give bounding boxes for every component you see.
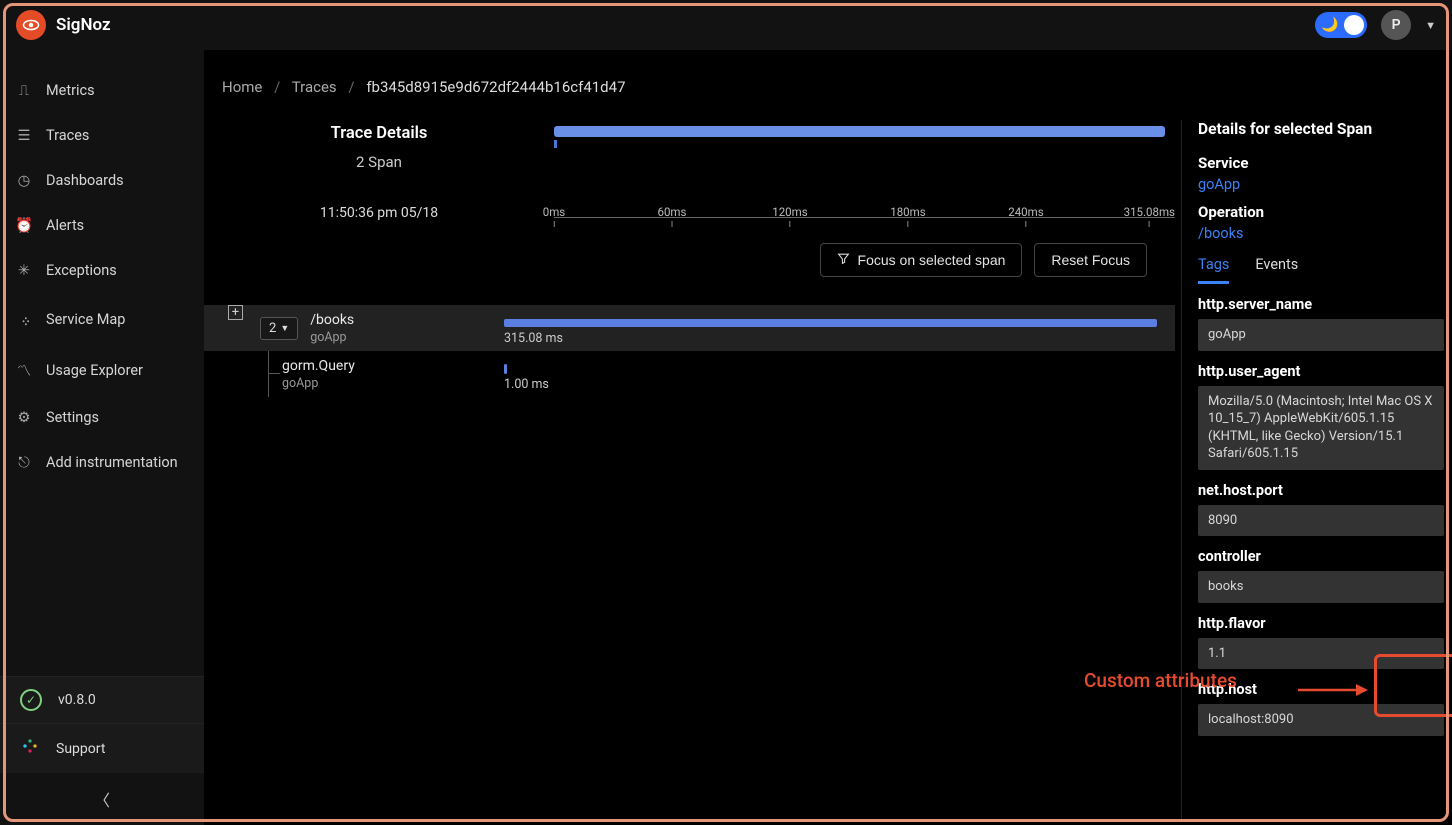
sidebar-item-label: Settings [46,409,99,426]
sidebar-item-usage-explorer[interactable]: 〽 Usage Explorer [0,346,204,395]
trend-icon: 〽 [16,360,32,381]
tag-key: http.server_name [1198,296,1444,313]
span-row[interactable]: gorm.Query goApp 1.00 ms [204,351,1175,397]
sidebar-item-alerts[interactable]: ⏰ Alerts [0,203,204,248]
tag-value: 8090 [1198,505,1444,537]
tag-key: controller [1198,548,1444,565]
tag-value: 1.1 [1198,638,1444,670]
link-icon: ⎋ [16,454,32,471]
sidebar-item-label: Service Map [46,311,125,328]
breadcrumb-trace-id: fb345d8915e9d672df2444b16cf41d47 [366,78,625,96]
tag-value: goApp [1198,319,1444,351]
time-axis: 0ms 60ms 120ms 180ms 240ms 315.08ms [554,205,1175,231]
alert-icon: ⏰ [16,217,32,234]
sidebar-item-label: Usage Explorer [46,362,143,379]
sidebar-item-label: Dashboards [46,172,124,189]
span-duration: 315.08 ms [504,331,563,346]
main-content: Home / Traces / fb345d8915e9d672df2444b1… [204,50,1452,825]
trace-overview[interactable] [554,120,1175,144]
service-label: Service [1198,154,1444,172]
tag-value: books [1198,571,1444,603]
operation-label: Operation [1198,203,1444,221]
version-row[interactable]: ✓ v0.8.0 [0,676,204,723]
span-service: goApp [310,330,354,345]
operation-value[interactable]: /books [1198,225,1444,242]
span-duration: 1.00 ms [504,377,549,392]
sidebar-collapse[interactable]: 〈 [0,773,204,825]
sidebar-item-label: Add instrumentation [46,454,178,471]
brand: SigNoz [16,10,111,40]
filter-icon [837,252,850,268]
trace-title: Trace Details [204,124,554,143]
tab-tags[interactable]: Tags [1198,256,1229,284]
avatar[interactable]: P [1381,10,1411,40]
service-value[interactable]: goApp [1198,176,1444,193]
moon-icon: 🌙 [1321,17,1338,33]
list-icon: ☰ [16,127,32,144]
dark-mode-toggle[interactable]: 🌙 [1315,12,1367,38]
sidebar-item-dashboards[interactable]: ◷ Dashboards [0,158,204,203]
details-title: Details for selected Span [1198,120,1444,138]
annotation-label: Custom attributes [1084,669,1237,692]
gear-icon: ⚙ [16,409,32,426]
tag-value: localhost:8090 [1198,704,1444,736]
sidebar-item-exceptions[interactable]: ✳ Exceptions [0,248,204,293]
sidebar-item-service-map[interactable]: ᠅ Service Map [0,293,204,346]
sidebar: ⎍ Metrics ☰ Traces ◷ Dashboards ⏰ Alerts ✳ Ex… [0,50,204,825]
tag-key: http.user_agent [1198,363,1444,380]
span-count: 2 Span [204,153,554,171]
focus-span-button[interactable]: Focus on selected span [820,243,1023,277]
breadcrumb-home[interactable]: Home [222,78,262,96]
support-text: Support [56,741,105,757]
reset-focus-button[interactable]: Reset Focus [1034,243,1147,277]
sidebar-item-metrics[interactable]: ⎍ Metrics [0,68,204,113]
span-row[interactable]: 2▼ /books goApp 315.08 ms [204,305,1175,351]
span-bar [504,364,507,374]
map-icon: ᠅ [16,307,32,332]
span-operation: gorm.Query [282,358,355,374]
bug-icon: ✳ [16,262,32,279]
sidebar-item-label: Metrics [46,82,95,99]
span-operation: /books [310,312,354,328]
brand-logo-icon [16,10,46,40]
version-text: v0.8.0 [58,692,96,708]
brand-name: SigNoz [56,15,111,35]
tab-events[interactable]: Events [1255,256,1298,284]
child-count-badge[interactable]: 2▼ [260,317,298,340]
span-details-panel: Details for selected Span Service goApp … [1182,120,1452,821]
tag-value: Mozilla/5.0 (Macintosh; Intel Mac OS X 1… [1198,386,1444,470]
topbar: SigNoz 🌙 P ▼ [0,0,1452,50]
span-bar [504,319,1157,327]
gauge-icon: ◷ [16,172,32,189]
sidebar-item-traces[interactable]: ☰ Traces [0,113,204,158]
check-circle-icon: ✓ [20,689,42,711]
breadcrumb-traces[interactable]: Traces [292,78,337,96]
breadcrumb: Home / Traces / fb345d8915e9d672df2444b1… [204,64,1452,120]
sidebar-item-add-instrumentation[interactable]: ⎋ Add instrumentation [0,440,204,485]
caret-down-icon: ▼ [280,323,289,334]
tag-key: net.host.port [1198,482,1444,499]
sidebar-item-settings[interactable]: ⚙ Settings [0,395,204,440]
bar-chart-icon: ⎍ [16,82,32,99]
support-row[interactable]: Support [0,723,204,773]
sidebar-item-label: Exceptions [46,262,117,279]
tag-key: http.flavor [1198,615,1444,632]
chevron-left-icon: 〈 [94,787,110,811]
slack-icon [20,736,40,761]
sidebar-item-label: Alerts [46,217,84,234]
annotation-arrow-icon [1298,680,1368,700]
chevron-down-icon[interactable]: ▼ [1425,19,1436,32]
sidebar-item-label: Traces [46,127,89,144]
trace-timestamp: 11:50:36 pm 05/18 [204,205,554,231]
span-service: goApp [282,376,355,391]
